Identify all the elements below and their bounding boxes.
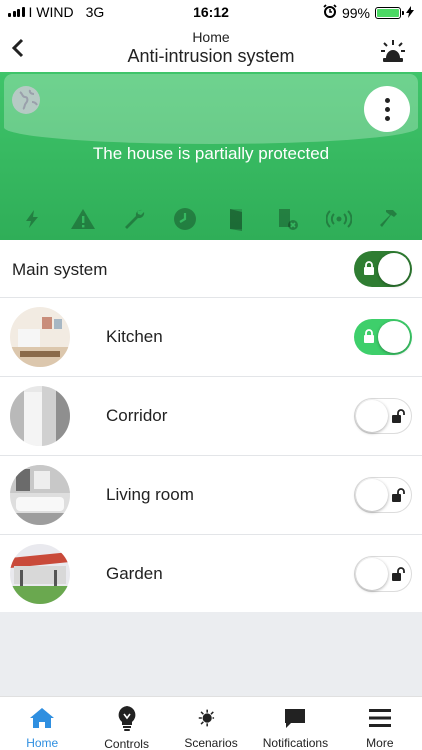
tab-controls[interactable]: Controls: [84, 697, 168, 750]
lock-closed-icon: [364, 261, 374, 275]
signal-icon[interactable]: [326, 206, 353, 232]
main-system-toggle[interactable]: [354, 251, 412, 287]
page-title: Anti-intrusion system: [127, 46, 295, 66]
more-options-button[interactable]: [364, 86, 410, 132]
menu-icon: [367, 705, 393, 730]
room-toggle-kitchen[interactable]: [354, 319, 412, 355]
battery-level: [377, 8, 399, 17]
toggle-knob: [356, 558, 388, 590]
room-toggle-living-room[interactable]: [354, 477, 412, 513]
empty-area: [0, 612, 422, 696]
status-bar: I WIND 3G 16:12 99%: [0, 0, 422, 24]
more-dot: [384, 97, 390, 103]
room-toggle-garden[interactable]: [354, 556, 412, 592]
alarm-button[interactable]: [378, 34, 408, 64]
home-icon: [29, 705, 55, 730]
garden-photo: [10, 544, 70, 604]
charging-icon: [406, 5, 414, 21]
tab-scenarios[interactable]: Scenarios: [169, 697, 253, 750]
room-label: Living room: [106, 485, 194, 504]
tab-label: More: [366, 736, 394, 750]
corridor-photo: [10, 386, 70, 446]
room-row-garden[interactable]: Garden: [0, 535, 422, 614]
more-dot: [384, 115, 390, 121]
toggle-knob: [356, 479, 388, 511]
sun-moon-icon: [198, 705, 224, 730]
main-system-row: Main system: [0, 240, 422, 298]
room-label: Garden: [106, 564, 163, 583]
tab-label: Notifications: [262, 736, 329, 750]
tab-home[interactable]: Home: [0, 697, 84, 750]
tab-more[interactable]: More: [338, 697, 422, 750]
breadcrumb[interactable]: Home: [0, 29, 422, 45]
warning-icon[interactable]: [70, 206, 96, 232]
protection-status-text: The house is partially protected: [92, 144, 330, 163]
room-row-corridor[interactable]: Corridor: [0, 377, 422, 456]
tab-bar: Home Controls Scenarios Notifications Mo…: [0, 696, 422, 750]
room-label: Corridor: [106, 406, 168, 425]
main-system-label: Main system: [12, 260, 108, 279]
status-icon-row: [0, 204, 422, 234]
panel-glass: [4, 74, 418, 144]
chat-bubble-icon: [282, 705, 308, 730]
kitchen-photo: [10, 307, 70, 367]
status-right: 99%: [323, 4, 414, 21]
room-toggle-corridor[interactable]: [354, 398, 412, 434]
lock-open-icon: [392, 567, 405, 581]
siren-alarm-icon: [381, 40, 405, 62]
bulb-icon: [114, 705, 140, 731]
room-label: Kitchen: [106, 327, 163, 346]
globe-icon[interactable]: [12, 86, 40, 114]
tab-label: Controls: [104, 737, 149, 750]
toggle-knob: [356, 400, 388, 432]
toggle-knob: [378, 253, 410, 285]
living-room-photo: [10, 465, 70, 525]
lock-open-icon: [392, 488, 405, 502]
tab-notifications[interactable]: Notifications: [253, 697, 337, 750]
door-icon[interactable]: [224, 206, 250, 232]
lock-open-icon: [392, 409, 405, 423]
hammer-icon[interactable]: [377, 206, 403, 232]
battery-icon: [375, 6, 404, 19]
alarm-clock-icon: [323, 4, 337, 21]
system-status-panel: The house is partially protected: [0, 72, 422, 240]
wrench-icon[interactable]: [121, 206, 147, 232]
more-dot: [384, 106, 390, 112]
tab-label: Home: [26, 736, 59, 750]
lightning-icon[interactable]: [19, 206, 45, 232]
battery-percent: 99%: [341, 4, 370, 21]
tab-label: Scenarios: [184, 736, 238, 750]
toggle-knob: [378, 321, 410, 353]
room-row-living-room[interactable]: Living room: [0, 456, 422, 535]
door-excluded-icon[interactable]: [275, 206, 301, 232]
room-row-kitchen[interactable]: Kitchen: [0, 298, 422, 377]
lock-closed-icon: [364, 329, 374, 343]
header: Home Anti-intrusion system: [0, 24, 422, 72]
clock-icon[interactable]: [172, 206, 198, 232]
